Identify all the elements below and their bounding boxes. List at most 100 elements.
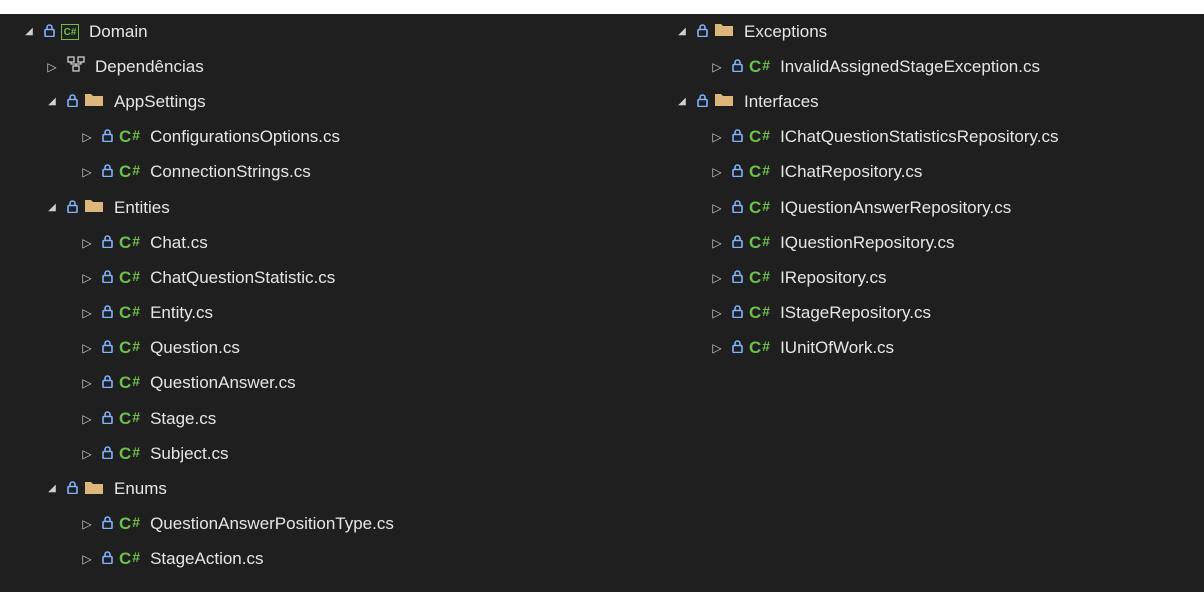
triangle-down-icon[interactable]: ◢ bbox=[22, 25, 36, 39]
csharp-hash: # bbox=[762, 338, 771, 355]
csharp-hash: # bbox=[762, 303, 771, 320]
csharp-letter: C bbox=[749, 197, 762, 217]
csharp-letter: C bbox=[119, 443, 132, 463]
csharp-hash: # bbox=[132, 443, 141, 460]
csharp-hash: # bbox=[132, 549, 141, 566]
tree-item-file[interactable]: ▷ C# QuestionAnswer.cs bbox=[0, 366, 615, 401]
triangle-right-icon[interactable]: ▷ bbox=[710, 271, 724, 285]
tree-item-file[interactable]: ▷ C# InvalidAssignedStageException.cs bbox=[615, 49, 1204, 84]
csharp-hash: # bbox=[762, 232, 771, 249]
triangle-right-icon[interactable]: ▷ bbox=[80, 517, 94, 531]
csharp-file-icon: C# bbox=[119, 338, 140, 358]
tree-item-file[interactable]: ▷ C# ConnectionStrings.cs bbox=[0, 155, 615, 190]
lock-icon bbox=[102, 303, 113, 323]
csharp-hash: # bbox=[132, 303, 141, 320]
triangle-right-icon[interactable]: ▷ bbox=[80, 447, 94, 461]
triangle-right-icon[interactable]: ▷ bbox=[710, 236, 724, 250]
csharp-file-icon: C# bbox=[119, 162, 140, 182]
dependencies-icon bbox=[67, 56, 85, 77]
lock-icon bbox=[697, 22, 708, 42]
tree-item-deps[interactable]: ▷ Dependências bbox=[0, 49, 615, 84]
csharp-hash: # bbox=[132, 127, 141, 144]
triangle-right-icon[interactable]: ▷ bbox=[710, 165, 724, 179]
csharp-letter: C bbox=[749, 267, 762, 287]
csharp-hash: # bbox=[132, 232, 141, 249]
triangle-right-icon[interactable]: ▷ bbox=[80, 412, 94, 426]
tree-item-label: IStageRepository.cs bbox=[780, 303, 931, 323]
lock-icon bbox=[732, 233, 743, 253]
tree-item-folder[interactable]: ◢ Exceptions bbox=[615, 14, 1204, 49]
triangle-right-icon[interactable]: ▷ bbox=[710, 130, 724, 144]
csharp-file-icon: C# bbox=[119, 373, 140, 393]
tree-item-file[interactable]: ▷ C# Subject.cs bbox=[0, 436, 615, 471]
lock-icon bbox=[102, 373, 113, 393]
csharp-hash: # bbox=[762, 162, 771, 179]
triangle-right-icon[interactable]: ▷ bbox=[80, 271, 94, 285]
triangle-right-icon[interactable]: ▷ bbox=[80, 552, 94, 566]
tree-item-folder[interactable]: ◢ Enums bbox=[0, 471, 615, 506]
tree-item-label: QuestionAnswer.cs bbox=[150, 373, 296, 393]
tree-item-file[interactable]: ▷ C# IQuestionAnswerRepository.cs bbox=[615, 190, 1204, 225]
lock-icon bbox=[732, 162, 743, 182]
tree-item-file[interactable]: ▷ C# ChatQuestionStatistic.cs bbox=[0, 260, 615, 295]
tree-item-project[interactable]: ◢ C# Domain bbox=[0, 14, 615, 49]
lock-icon bbox=[44, 22, 55, 42]
csharp-letter: C bbox=[119, 232, 132, 252]
lock-icon bbox=[67, 479, 78, 499]
tree-item-file[interactable]: ▷ C# Entity.cs bbox=[0, 296, 615, 331]
tree-item-file[interactable]: ▷ C# Chat.cs bbox=[0, 225, 615, 260]
triangle-down-icon[interactable]: ◢ bbox=[675, 95, 689, 109]
lock-icon bbox=[102, 338, 113, 358]
tree-item-file[interactable]: ▷ C# StageAction.cs bbox=[0, 542, 615, 577]
triangle-down-icon[interactable]: ◢ bbox=[45, 95, 59, 109]
triangle-down-icon[interactable]: ◢ bbox=[45, 482, 59, 496]
tree-item-folder[interactable]: ◢ AppSettings bbox=[0, 84, 615, 119]
tree-item-file[interactable]: ▷ C# IUnitOfWork.cs bbox=[615, 331, 1204, 366]
triangle-right-icon[interactable]: ▷ bbox=[80, 376, 94, 390]
triangle-right-icon[interactable]: ▷ bbox=[710, 341, 724, 355]
triangle-right-icon[interactable]: ▷ bbox=[710, 201, 724, 215]
tree-item-label: StageAction.cs bbox=[150, 549, 264, 569]
csharp-letter: C bbox=[119, 549, 132, 569]
lock-icon bbox=[732, 268, 743, 288]
tree-item-file[interactable]: ▷ C# ConfigurationsOptions.cs bbox=[0, 120, 615, 155]
tree-item-file[interactable]: ▷ C# Stage.cs bbox=[0, 401, 615, 436]
csharp-file-icon: C# bbox=[749, 162, 770, 182]
tree-item-label: IRepository.cs bbox=[780, 267, 887, 287]
lock-icon bbox=[697, 92, 708, 112]
lock-icon bbox=[102, 444, 113, 464]
triangle-right-icon[interactable]: ▷ bbox=[710, 306, 724, 320]
triangle-right-icon[interactable]: ▷ bbox=[710, 60, 724, 74]
tree-item-file[interactable]: ▷ C# QuestionAnswerPositionType.cs bbox=[0, 507, 615, 542]
triangle-right-icon[interactable]: ▷ bbox=[80, 130, 94, 144]
csharp-letter: C bbox=[119, 408, 132, 428]
lock-icon bbox=[732, 338, 743, 358]
folder-icon bbox=[714, 91, 734, 112]
tree-item-file[interactable]: ▷ C# Question.cs bbox=[0, 331, 615, 366]
tree-item-label: Stage.cs bbox=[150, 408, 217, 428]
triangle-right-icon[interactable]: ▷ bbox=[80, 236, 94, 250]
tree-item-file[interactable]: ▷ C# IRepository.cs bbox=[615, 260, 1204, 295]
tree-item-file[interactable]: ▷ C# IChatRepository.cs bbox=[615, 155, 1204, 190]
tree-item-folder[interactable]: ◢ Entities bbox=[0, 190, 615, 225]
csharp-letter: C bbox=[749, 338, 762, 358]
triangle-right-icon[interactable]: ▷ bbox=[80, 165, 94, 179]
tree-item-label: IUnitOfWork.cs bbox=[780, 338, 895, 358]
tree-item-folder[interactable]: ◢ Interfaces bbox=[615, 84, 1204, 119]
folder-icon bbox=[84, 91, 104, 112]
tree-item-file[interactable]: ▷ C# IStageRepository.cs bbox=[615, 296, 1204, 331]
csharp-hash: # bbox=[762, 197, 771, 214]
tree-item-file[interactable]: ▷ C# IQuestionRepository.cs bbox=[615, 225, 1204, 260]
csharp-file-icon: C# bbox=[749, 127, 770, 147]
tree-item-file[interactable]: ▷ C# IChatQuestionStatisticsRepository.cs bbox=[615, 120, 1204, 155]
triangle-right-icon[interactable]: ▷ bbox=[45, 60, 59, 74]
triangle-down-icon[interactable]: ◢ bbox=[45, 201, 59, 215]
lock-icon bbox=[102, 162, 113, 182]
triangle-right-icon[interactable]: ▷ bbox=[80, 341, 94, 355]
triangle-right-icon[interactable]: ▷ bbox=[80, 306, 94, 320]
csharp-letter: C bbox=[119, 373, 132, 393]
tree-item-label: AppSettings bbox=[114, 91, 206, 111]
lock-icon bbox=[732, 127, 743, 147]
tree-item-label: Subject.cs bbox=[150, 443, 229, 463]
triangle-down-icon[interactable]: ◢ bbox=[675, 25, 689, 39]
